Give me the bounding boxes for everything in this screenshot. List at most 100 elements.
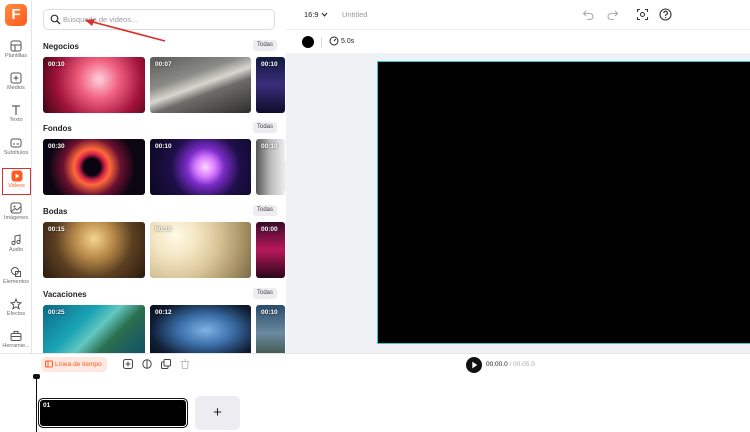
media-upload-icon <box>10 72 22 84</box>
project-title[interactable]: Untitled <box>342 10 367 19</box>
see-all-button[interactable]: Todas <box>252 122 277 133</box>
video-duration: 00:30 <box>48 143 65 150</box>
rail-elements[interactable]: Elementos <box>0 264 32 294</box>
left-rail: F Plantillas Medios Texto Subtítulos Vid… <box>0 0 32 353</box>
video-duration: 00:07 <box>155 61 172 68</box>
rail-effects[interactable]: Efectos <box>0 296 32 326</box>
timeline-toggle-button[interactable]: Línea de tiempo <box>41 357 107 372</box>
video-thumbnail[interactable]: 00:10 <box>43 57 145 113</box>
video-thumbnail[interactable]: 00:12 <box>150 305 251 353</box>
effects-icon <box>10 298 22 310</box>
clip-number: 01 <box>43 402 51 409</box>
current-time: 00:00.0 <box>486 361 508 368</box>
video-duration: 00:10 <box>155 143 172 150</box>
video-thumbnail[interactable]: 00:30 <box>43 139 145 195</box>
video-canvas[interactable] <box>377 61 750 344</box>
video-thumbnail[interactable]: 00:07 <box>150 57 251 113</box>
video-thumbnail[interactable]: 00:10 <box>150 222 251 278</box>
video-duration: 00:10 <box>261 61 278 68</box>
video-duration: 00:12 <box>155 309 172 316</box>
chevron-down-icon <box>321 12 328 17</box>
rail-videos[interactable]: Videos <box>2 168 31 195</box>
delete-icon[interactable] <box>180 359 190 369</box>
video-duration: 00:10 <box>48 61 65 68</box>
divider <box>321 37 322 48</box>
rail-subtitles[interactable]: Subtítulos <box>0 135 32 165</box>
undo-icon[interactable] <box>582 8 595 21</box>
timeline-button-label: Línea de tiempo <box>55 361 102 368</box>
video-duration: 00:10 <box>155 226 172 233</box>
timeline-tracks: 01 + <box>0 374 750 432</box>
text-icon <box>12 105 20 115</box>
video-thumbnail[interactable]: 00:25 <box>43 305 145 353</box>
video-duration: 00:15 <box>48 226 65 233</box>
duration-value: 5.0s <box>341 37 355 45</box>
aspect-ratio-value: 16:9 <box>304 10 319 19</box>
timeline-toolbar: Línea de tiempo 00:00.0 / 00:05.0 <box>0 353 750 375</box>
video-duration: 00:10 <box>261 309 278 316</box>
aspect-ratio-dropdown[interactable]: 16:9 <box>304 10 328 19</box>
video-duration: 00:00 <box>261 226 278 233</box>
section-title: Vacaciones <box>43 290 87 299</box>
video-thumbnail[interactable]: 00:10 <box>150 139 251 195</box>
rail-images[interactable]: Imágenes <box>0 200 32 230</box>
split-icon[interactable] <box>142 359 152 369</box>
time-separator: / <box>509 361 512 368</box>
section-title: Bodas <box>43 207 68 216</box>
screenshot-icon[interactable] <box>636 8 649 21</box>
rail-label: Medios <box>7 85 25 91</box>
play-icon <box>472 361 478 369</box>
rail-label: Efectos <box>6 311 26 317</box>
section-bodas: Bodas Todas 00:15 00:10 00:00 <box>43 205 285 278</box>
timer-icon <box>329 36 339 46</box>
playhead[interactable] <box>36 375 37 432</box>
duplicate-icon[interactable] <box>161 359 171 369</box>
add-clip-icon[interactable] <box>123 359 133 369</box>
video-thumbnail[interactable]: 00:10 <box>256 305 285 353</box>
video-thumbnail[interactable]: 00:15 <box>43 222 145 278</box>
see-all-button[interactable]: Todas <box>252 205 277 216</box>
rail-label: Imágenes <box>3 215 29 221</box>
shapes-icon <box>11 267 21 277</box>
see-all-button[interactable]: Todas <box>252 288 277 299</box>
playback-time: 00:00.0 / 00:05.0 <box>486 361 535 368</box>
background-color-picker[interactable] <box>302 36 314 48</box>
duration-control[interactable]: 5.0s <box>329 36 354 46</box>
video-thumbnail[interactable]: 00:00 <box>256 222 285 278</box>
rail-label: Plantillas <box>4 53 27 59</box>
help-icon[interactable] <box>659 8 672 21</box>
app-logo[interactable]: F <box>5 4 27 26</box>
top-bar: 16:9 Untitled <box>286 0 750 30</box>
see-all-button[interactable]: Todas <box>252 40 277 51</box>
play-button[interactable] <box>466 357 482 373</box>
section-title: Fondos <box>43 124 72 133</box>
rail-label: Audio <box>8 247 24 253</box>
properties-bar: 5.0s <box>286 31 750 53</box>
section-fondos: Fondos Todas 00:30 00:10 00:10 <box>43 122 285 195</box>
editor-stage <box>286 53 750 353</box>
rail-media[interactable]: Medios <box>0 70 32 100</box>
section-negocios: Negocios Todas 00:10 00:07 00:10 <box>43 40 285 113</box>
subtitles-icon <box>10 138 22 148</box>
rail-label: Subtítulos <box>3 150 29 156</box>
rail-text[interactable]: Texto <box>0 102 32 132</box>
rail-label: Texto <box>9 117 23 123</box>
timeline-icon <box>45 360 53 368</box>
add-scene-button[interactable]: + <box>195 396 240 430</box>
video-thumbnail[interactable]: 00:10 <box>256 139 285 195</box>
search-icon <box>50 14 61 25</box>
video-play-icon <box>11 170 22 182</box>
redo-icon[interactable] <box>606 8 619 21</box>
video-duration: 00:25 <box>48 309 65 316</box>
rail-templates[interactable]: Plantillas <box>0 38 32 68</box>
video-thumbnail[interactable]: 00:10 <box>256 57 285 113</box>
image-icon <box>10 202 22 214</box>
timeline-clip[interactable]: 01 <box>38 398 188 428</box>
rail-label: Videos <box>8 183 25 189</box>
total-time: 00:05.0 <box>513 361 535 368</box>
section-title: Negocios <box>43 42 80 51</box>
toolbox-icon <box>10 331 22 341</box>
rail-audio[interactable]: Audio <box>0 232 32 262</box>
video-duration: 00:10 <box>261 143 278 150</box>
music-note-icon <box>11 234 21 246</box>
